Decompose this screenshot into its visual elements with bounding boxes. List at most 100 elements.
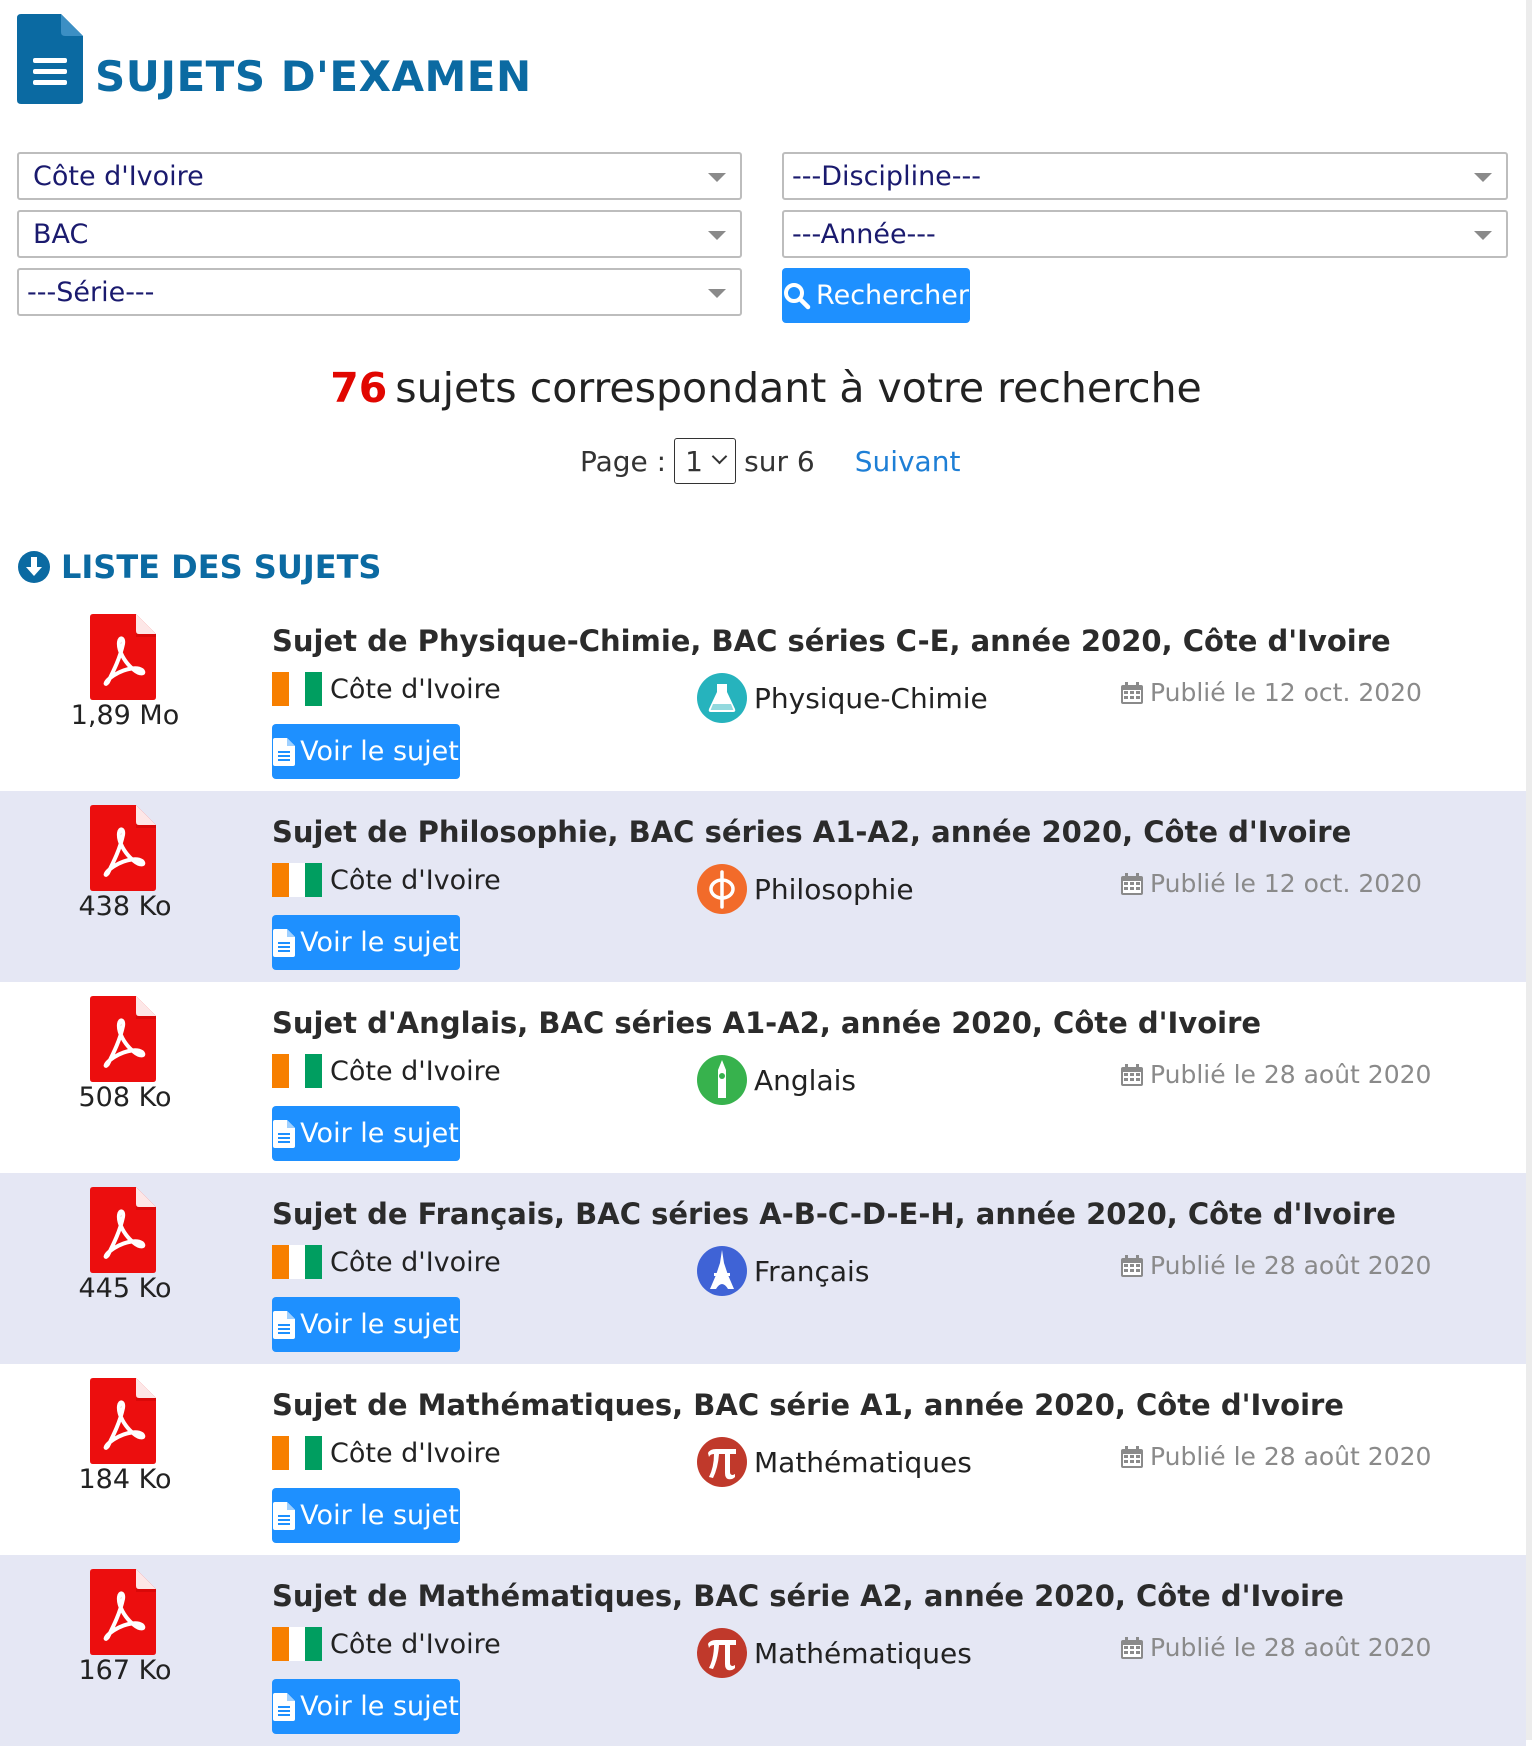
country-name: Côte d'Ivoire — [330, 864, 501, 896]
pdf-icon[interactable] — [90, 614, 156, 700]
country-name: Côte d'Ivoire — [330, 1246, 501, 1278]
cote-divoire-flag-icon — [272, 1054, 323, 1088]
caret-down-icon — [708, 289, 726, 298]
publish-date-text: Publié le 28 août 2020 — [1150, 1633, 1432, 1662]
subject-title[interactable]: Sujet de Physique-Chimie, BAC séries C-E… — [272, 624, 1391, 658]
discipline-info: Physique-Chimie — [696, 672, 988, 724]
page-title: SUJETS D'EXAMEN — [95, 52, 532, 101]
page-select[interactable]: 1 — [674, 438, 737, 484]
pdf-icon[interactable] — [90, 1378, 156, 1464]
subject-row: 184 Ko Sujet de Mathématiques, BAC série… — [0, 1364, 1526, 1555]
search-icon — [784, 282, 811, 309]
annee-select[interactable]: ---Année--- — [782, 210, 1508, 258]
subject-title[interactable]: Sujet de Français, BAC séries A-B-C-D-E-… — [272, 1197, 1396, 1231]
document-icon — [17, 14, 83, 104]
publish-date-text: Publié le 12 oct. 2020 — [1150, 678, 1422, 707]
view-subject-button[interactable]: Voir le sujet — [272, 1488, 460, 1543]
caret-down-icon — [1474, 231, 1492, 240]
discipline-name: Français — [754, 1254, 870, 1288]
discipline-info: Mathématiques — [696, 1436, 972, 1488]
next-page-link[interactable]: Suivant — [855, 445, 961, 478]
country-name: Côte d'Ivoire — [330, 1628, 501, 1660]
calendar-icon — [1121, 1445, 1143, 1468]
publish-date: Publié le 28 août 2020 — [1120, 1251, 1431, 1280]
subject-title[interactable]: Sujet de Mathématiques, BAC série A1, an… — [272, 1388, 1344, 1422]
pdf-icon[interactable] — [90, 996, 156, 1082]
page-label: Page : — [580, 444, 667, 478]
list-heading-label: LISTE DES SUJETS — [61, 548, 382, 586]
discipline-select-value: ---Discipline--- — [792, 160, 982, 192]
discipline-select[interactable]: ---Discipline--- — [782, 152, 1508, 200]
results-summary: 76 sujets correspondant à votre recherche — [0, 364, 1532, 412]
publish-date-text: Publié le 28 août 2020 — [1150, 1251, 1432, 1280]
file-size: 167 Ko — [78, 1655, 172, 1686]
calendar-icon — [1121, 1636, 1143, 1659]
view-subject-label: Voir le sujet — [300, 1500, 459, 1531]
subject-title[interactable]: Sujet de Philosophie, BAC séries A1-A2, … — [272, 815, 1351, 849]
country-name: Côte d'Ivoire — [330, 1437, 501, 1469]
file-icon — [273, 1119, 296, 1148]
subject-title[interactable]: Sujet de Mathématiques, BAC série A2, an… — [272, 1579, 1344, 1613]
pi-icon — [697, 1628, 747, 1678]
calendar-icon — [1121, 872, 1143, 895]
publish-date: Publié le 28 août 2020 — [1120, 1633, 1431, 1662]
page-total: sur 6 — [744, 444, 815, 478]
calendar-icon — [1121, 681, 1143, 704]
results-count: 76 — [330, 364, 388, 412]
page: SUJETS D'EXAMEN Côte d'Ivoire BAC ---Sér… — [0, 0, 1532, 1746]
search-button-label: Rechercher — [816, 280, 969, 311]
file-icon — [273, 1692, 296, 1721]
view-subject-button[interactable]: Voir le sujet — [272, 915, 460, 970]
calendar-icon — [1121, 1063, 1143, 1086]
pdf-icon[interactable] — [90, 1187, 156, 1273]
view-subject-button[interactable]: Voir le sujet — [272, 1106, 460, 1161]
pdf-icon[interactable] — [90, 805, 156, 891]
file-icon — [273, 928, 296, 957]
pdf-icon[interactable] — [90, 1569, 156, 1655]
view-subject-label: Voir le sujet — [300, 1118, 459, 1149]
discipline-name: Physique-Chimie — [754, 681, 988, 715]
file-size: 508 Ko — [78, 1082, 172, 1113]
scrollbar-track[interactable] — [1526, 0, 1532, 1740]
view-subject-label: Voir le sujet — [300, 1309, 459, 1340]
view-subject-button[interactable]: Voir le sujet — [272, 1679, 460, 1734]
discipline-name: Philosophie — [754, 872, 914, 906]
cote-divoire-flag-icon — [272, 1436, 323, 1470]
flask-icon — [697, 673, 747, 723]
caret-down-icon — [1474, 173, 1492, 182]
list-heading: LISTE DES SUJETS — [17, 548, 381, 586]
cote-divoire-flag-icon — [272, 672, 323, 706]
publish-date: Publié le 28 août 2020 — [1120, 1442, 1431, 1471]
country-name: Côte d'Ivoire — [330, 1055, 501, 1087]
country-info: Côte d'Ivoire — [272, 1627, 501, 1661]
country-name: Côte d'Ivoire — [330, 673, 501, 705]
subject-title[interactable]: Sujet d'Anglais, BAC séries A1-A2, année… — [272, 1006, 1261, 1040]
discipline-info: Mathématiques — [696, 1627, 972, 1679]
subject-row: 167 Ko Sujet de Mathématiques, BAC série… — [0, 1555, 1526, 1746]
country-info: Côte d'Ivoire — [272, 672, 501, 706]
discipline-name: Mathématiques — [754, 1636, 972, 1670]
caret-down-icon — [708, 173, 726, 182]
page-select-value: 1 — [685, 444, 703, 478]
view-subject-label: Voir le sujet — [300, 736, 459, 767]
serie-select-value: ---Série--- — [27, 276, 155, 308]
view-subject-button[interactable]: Voir le sujet — [272, 724, 460, 779]
file-icon — [273, 1310, 296, 1339]
search-button[interactable]: Rechercher — [782, 268, 970, 323]
file-icon — [273, 737, 296, 766]
subject-list: 1,89 Mo Sujet de Physique-Chimie, BAC sé… — [0, 600, 1532, 1746]
view-subject-button[interactable]: Voir le sujet — [272, 1297, 460, 1352]
cote-divoire-flag-icon — [272, 1627, 323, 1661]
country-select[interactable]: Côte d'Ivoire — [17, 152, 742, 200]
subject-row: 445 Ko Sujet de Français, BAC séries A-B… — [0, 1173, 1526, 1364]
exam-select-value: BAC — [33, 218, 89, 250]
subject-row: 438 Ko Sujet de Philosophie, BAC séries … — [0, 791, 1526, 982]
publish-date: Publié le 12 oct. 2020 — [1120, 869, 1422, 898]
publish-date-text: Publié le 28 août 2020 — [1150, 1060, 1432, 1089]
exam-select[interactable]: BAC — [17, 210, 742, 258]
serie-select[interactable]: ---Série--- — [17, 268, 742, 316]
publish-date: Publié le 12 oct. 2020 — [1120, 678, 1422, 707]
big-ben-icon — [697, 1055, 747, 1105]
pi-icon — [697, 1437, 747, 1487]
subject-row: 1,89 Mo Sujet de Physique-Chimie, BAC sé… — [0, 600, 1526, 791]
